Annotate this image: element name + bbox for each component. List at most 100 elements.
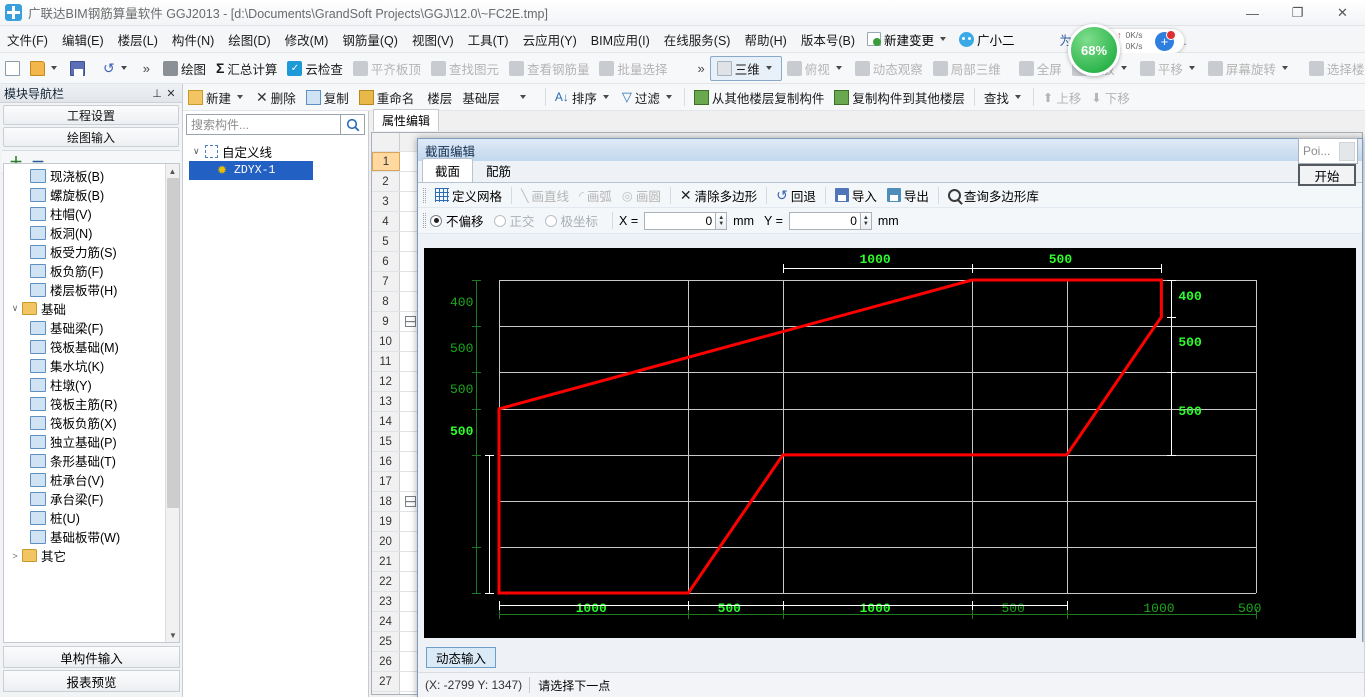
menu-item-bim-app[interactable]: BIM应用(I) — [584, 27, 657, 52]
row-number[interactable]: 26 — [372, 652, 400, 671]
menu-item-file[interactable]: 文件(F) — [0, 27, 55, 52]
start-button-popup[interactable]: 开始 — [1298, 164, 1356, 186]
row-number[interactable]: 27 — [372, 672, 400, 691]
tree-item-10[interactable]: 楼层板带(H) — [4, 280, 166, 299]
tree-item-21[interactable]: 承台梁(F) — [4, 489, 166, 508]
row-number[interactable]: 23 — [372, 592, 400, 611]
undo-button[interactable]: ↺ — [98, 59, 135, 77]
row-number[interactable]: 11 — [372, 352, 400, 371]
pin-icon[interactable]: ⊥ — [150, 86, 164, 100]
save-button[interactable] — [65, 59, 90, 78]
row-number[interactable]: 13 — [372, 392, 400, 411]
x-input[interactable]: 0 — [644, 211, 717, 230]
row-number[interactable]: 8 — [372, 292, 400, 311]
maximize-button[interactable]: ❐ — [1275, 0, 1320, 26]
three-d-button[interactable]: 三维 — [709, 55, 782, 81]
sum-calc-button[interactable]: Σ 汇总计算 — [211, 57, 282, 80]
scrollbar-thumb[interactable] — [167, 178, 179, 508]
close-button[interactable]: ✕ — [1320, 0, 1365, 26]
row-number[interactable]: 15 — [372, 432, 400, 451]
tree-item-20[interactable]: 桩承台(V) — [4, 470, 166, 489]
section-drawing-canvas[interactable]: 1000 500 1000 500 1000 500 400 500 500 500 400 500 5… — [424, 248, 1356, 638]
query-polygon-library-button[interactable]: 查询多边形库 — [943, 184, 1044, 207]
cpu-usage-indicator[interactable]: 68% — [1068, 24, 1120, 76]
row-number[interactable]: 14 — [372, 412, 400, 431]
row-number[interactable]: 24 — [372, 612, 400, 631]
option-no-offset[interactable]: 不偏移 — [430, 211, 484, 230]
tree-item-14[interactable]: 集水坑(K) — [4, 356, 166, 375]
tree-item-22[interactable]: 桩(U) — [4, 508, 166, 527]
row-number[interactable]: 10 — [372, 332, 400, 351]
tree-item-13[interactable]: 筏板基础(M) — [4, 337, 166, 356]
chevron-right-icon[interactable]: > — [8, 551, 22, 561]
tree-item-8[interactable]: 板受力筋(S) — [4, 242, 166, 261]
search-input[interactable]: 搜索构件... — [186, 114, 341, 135]
row-number[interactable]: 7 — [372, 272, 400, 291]
right-toolbar-overflow[interactable]: » — [692, 59, 709, 78]
menu-item-modify[interactable]: 修改(M) — [278, 27, 336, 52]
tab-project-settings[interactable]: 工程设置 — [3, 105, 179, 125]
new-file-button[interactable] — [0, 59, 25, 78]
search-icon[interactable] — [341, 114, 365, 135]
tree-item-9[interactable]: 板负筋(F) — [4, 261, 166, 280]
row-number[interactable]: 21 — [372, 552, 400, 571]
scroll-up-arrow-icon[interactable]: ▲ — [166, 164, 179, 178]
row-number[interactable]: 1 — [372, 152, 400, 171]
row-number[interactable]: 9 — [372, 312, 400, 331]
tree-item-6[interactable]: 柱帽(V) — [4, 204, 166, 223]
tree-item-4[interactable]: 现浇板(B) — [4, 166, 166, 185]
y-input[interactable]: 0 — [788, 211, 861, 230]
export-button[interactable]: 导出 — [882, 184, 934, 207]
filter-button[interactable]: ▽ 过滤 — [617, 86, 680, 109]
rename-component-button[interactable]: 重命名 — [354, 86, 420, 109]
tree-folder-25[interactable]: ∨自定义 — [4, 565, 166, 568]
undo-step-button[interactable]: ↺ 回退 — [771, 184, 821, 207]
copy-component-button[interactable]: 复制 — [301, 86, 354, 109]
radio-no-offset-icon[interactable] — [430, 214, 442, 227]
row-number[interactable]: 2 — [372, 172, 400, 191]
draw-button[interactable]: 绘图 — [158, 57, 211, 80]
row-number[interactable]: 5 — [372, 232, 400, 251]
row-number[interactable]: 4 — [372, 212, 400, 231]
option-orthogonal[interactable]: 正交 — [493, 211, 535, 230]
spin-down-icon[interactable]: ▼ — [863, 221, 869, 227]
copy-from-other-floor-button[interactable]: 从其他楼层复制构件 — [689, 86, 830, 109]
floor-chevron[interactable] — [505, 95, 541, 99]
chevron-down-icon[interactable]: ∨ — [8, 303, 22, 314]
tree-item-23[interactable]: 基础板带(W) — [4, 527, 166, 546]
define-grid-button[interactable]: 定义网格 — [430, 184, 507, 207]
tree-item-12[interactable]: 基础梁(F) — [4, 318, 166, 337]
single-component-input-button[interactable]: 单构件输入 — [3, 646, 180, 668]
row-number[interactable]: 18 — [372, 492, 400, 511]
row-number[interactable]: 28 — [372, 692, 400, 694]
collapse-icon[interactable]: — — [405, 316, 416, 327]
row-number[interactable]: 19 — [372, 512, 400, 531]
radio-polar-icon[interactable] — [544, 214, 557, 227]
minimize-button[interactable]: — — [1230, 0, 1275, 26]
import-button[interactable]: 导入 — [830, 184, 882, 207]
tab-draw-input[interactable]: 绘图输入 — [3, 127, 179, 147]
menu-item-draw[interactable]: 绘图(D) — [221, 27, 277, 52]
row-number[interactable]: 12 — [372, 372, 400, 391]
options-grip-icon[interactable] — [423, 213, 426, 228]
new-change-button[interactable]: 新建变更 — [862, 28, 954, 51]
spin-down-icon[interactable]: ▼ — [718, 221, 724, 227]
floor-selector[interactable]: 基础层 — [457, 86, 505, 109]
delete-component-button[interactable]: ✕ 删除 — [251, 86, 301, 109]
menu-item-component[interactable]: 构件(N) — [165, 27, 221, 52]
component-tree-root[interactable]: ∨ 自定义线 — [189, 142, 368, 161]
row-number[interactable]: 16 — [372, 452, 400, 471]
row-number[interactable]: 17 — [372, 472, 400, 491]
tree-item-7[interactable]: 板洞(N) — [4, 223, 166, 242]
radio-orthogonal-icon[interactable] — [493, 214, 506, 227]
menu-item-version[interactable]: 版本号(B) — [794, 27, 862, 52]
row-number[interactable]: 20 — [372, 532, 400, 551]
scroll-down-arrow-icon[interactable]: ▼ — [166, 628, 179, 642]
tree-item-17[interactable]: 筏板负筋(X) — [4, 413, 166, 432]
tree-folder-11[interactable]: ∨ 基础 — [4, 299, 166, 318]
tree-folder-24[interactable]: > 其它 — [4, 546, 166, 565]
component-item-zdyx-1[interactable]: ✹ ZDYX-1 — [189, 161, 313, 180]
report-preview-button[interactable]: 报表预览 — [3, 670, 180, 692]
dynamic-input-button[interactable]: 动态输入 — [426, 646, 497, 668]
menu-item-floor[interactable]: 楼层(L) — [111, 27, 165, 52]
